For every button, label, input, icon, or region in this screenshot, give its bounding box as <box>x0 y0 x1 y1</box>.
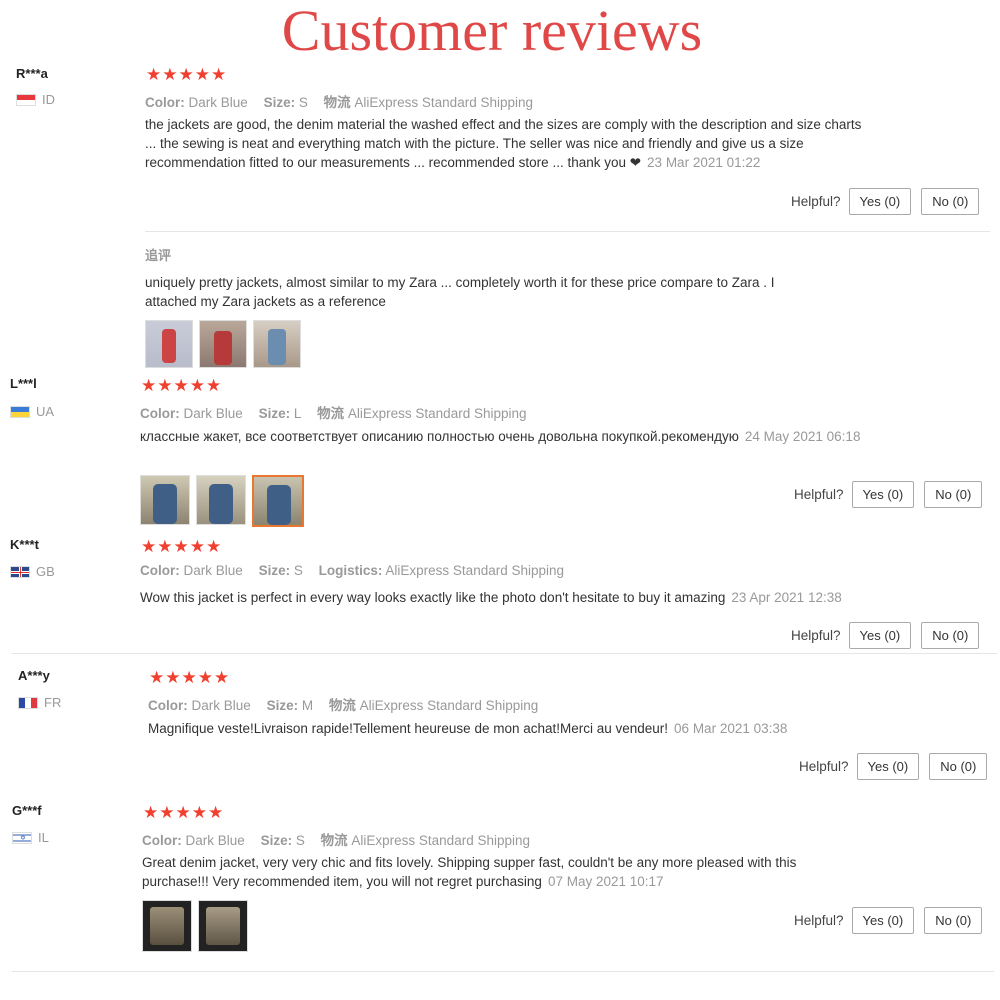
helpful-group: Helpful? Yes (0) No (0) <box>794 907 983 934</box>
review-meta: Color: Dark Blue Size: S 物流 AliExpress S… <box>145 95 533 110</box>
rating-stars: ★★★★★ <box>143 803 225 822</box>
review-meta: Color: Dark Blue Size: S Logistics: AliE… <box>140 563 565 578</box>
flag-fr-icon <box>18 696 38 709</box>
helpful-no-button[interactable]: No (0) <box>924 907 983 934</box>
review-date: 24 May 2021 06:18 <box>744 429 861 444</box>
helpful-label: Helpful? <box>791 194 841 209</box>
review-photos <box>142 900 248 952</box>
photo-thumbnail[interactable] <box>196 475 246 525</box>
reviewer-name: R***a <box>16 66 48 81</box>
helpful-yes-button[interactable]: Yes (0) <box>848 622 912 649</box>
reviewer-name: K***t <box>10 537 39 552</box>
photo-thumbnail-selected[interactable] <box>252 475 304 527</box>
reviewer-country: ✡ IL <box>12 830 49 845</box>
rating-stars: ★★★★★ <box>149 668 231 687</box>
reviewer-country: GB <box>10 564 55 579</box>
helpful-no-button[interactable]: No (0) <box>921 622 980 649</box>
photo-thumbnail[interactable] <box>142 900 192 952</box>
reviewer-name: A***y <box>18 668 50 683</box>
reviewer-country: UA <box>10 404 54 419</box>
helpful-yes-button[interactable]: Yes (0) <box>851 907 915 934</box>
reviewer-name: L***l <box>10 376 37 391</box>
divider <box>145 231 990 232</box>
review-meta: Color: Dark Blue Size: S 物流 AliExpress S… <box>142 833 530 848</box>
photo-thumbnail[interactable] <box>198 900 248 952</box>
photo-thumbnail[interactable] <box>253 320 301 368</box>
reviewer-country: FR <box>18 695 61 710</box>
review-text: классные жакет, все соответствует описан… <box>140 429 861 444</box>
flag-id-icon <box>16 93 36 106</box>
additional-review-label: 追评 <box>145 248 172 263</box>
flag-il-icon: ✡ <box>12 831 32 844</box>
helpful-yes-button[interactable]: Yes (0) <box>851 481 915 508</box>
flag-ua-icon <box>10 405 30 418</box>
rating-stars: ★★★★★ <box>146 65 228 84</box>
review-photos <box>145 320 301 368</box>
review-text: the jackets are good, the denim material… <box>145 117 862 170</box>
rating-stars: ★★★★★ <box>141 537 223 556</box>
review-date: 07 May 2021 10:17 <box>547 874 664 889</box>
page-title: Customer reviews <box>281 0 703 63</box>
review-text: Great denim jacket, very very chic and f… <box>142 855 797 889</box>
helpful-label: Helpful? <box>794 913 844 928</box>
review-meta: Color: Dark Blue Size: M 物流 AliExpress S… <box>148 698 539 713</box>
reviewer-name: G***f <box>12 803 42 818</box>
helpful-no-button[interactable]: No (0) <box>929 753 988 780</box>
helpful-group: Helpful? Yes (0) No (0) <box>794 481 983 508</box>
helpful-label: Helpful? <box>799 759 849 774</box>
followup-text: uniquely pretty jackets, almost similar … <box>145 275 775 309</box>
helpful-group: Helpful? Yes (0) No (0) <box>799 753 988 780</box>
rating-stars: ★★★★★ <box>141 376 223 395</box>
helpful-no-button[interactable]: No (0) <box>924 481 983 508</box>
review-meta: Color: Dark Blue Size: L 物流 AliExpress S… <box>140 406 527 421</box>
divider <box>12 971 994 972</box>
photo-thumbnail[interactable] <box>199 320 247 368</box>
flag-gb-icon <box>10 565 30 578</box>
helpful-label: Helpful? <box>794 487 844 502</box>
review-text: Magnifique veste!Livraison rapide!Tellem… <box>148 721 788 736</box>
photo-thumbnail[interactable] <box>140 475 190 525</box>
helpful-group: Helpful? Yes (0) No (0) <box>791 622 980 649</box>
review-photos <box>140 475 304 527</box>
helpful-group: Helpful? Yes (0) No (0) <box>791 188 980 215</box>
divider <box>12 653 997 654</box>
review-text: Wow this jacket is perfect in every way … <box>140 590 842 605</box>
helpful-label: Helpful? <box>791 628 841 643</box>
helpful-yes-button[interactable]: Yes (0) <box>848 188 912 215</box>
photo-thumbnail[interactable] <box>145 320 193 368</box>
review-date: 23 Apr 2021 12:38 <box>731 590 842 605</box>
helpful-yes-button[interactable]: Yes (0) <box>856 753 920 780</box>
reviewer-country: ID <box>16 92 55 107</box>
review-date: 06 Mar 2021 03:38 <box>674 721 788 736</box>
helpful-no-button[interactable]: No (0) <box>921 188 980 215</box>
review-date: 23 Mar 2021 01:22 <box>647 155 761 170</box>
